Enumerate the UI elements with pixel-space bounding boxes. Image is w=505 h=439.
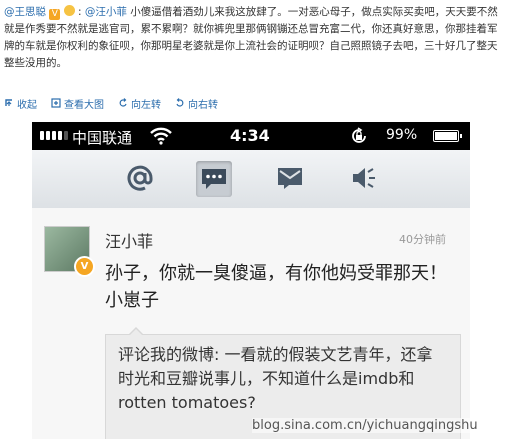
- crown-icon: [63, 5, 75, 16]
- rotate-right-button[interactable]: 向右转: [175, 96, 218, 111]
- collapse-button[interactable]: 收起: [4, 96, 37, 111]
- rotate-left-label: 向左转: [131, 99, 161, 111]
- magnify-icon: [51, 98, 61, 108]
- tab-at-mentions[interactable]: [122, 160, 158, 196]
- weibo-post-text: @王思聪 V : @汪小菲 小傻逼借着酒劲儿来我这放肆了。一对恶心母子，做点实际…: [4, 4, 500, 72]
- status-bar: 中国联通 4:34 99%: [32, 122, 470, 150]
- message-tabs-toolbar: [32, 150, 470, 209]
- colon-separator: :: [78, 6, 82, 18]
- comment-timestamp: 40分钟前: [399, 233, 446, 246]
- view-large-image-button[interactable]: 查看大图: [51, 96, 104, 111]
- view-large-label: 查看大图: [64, 99, 104, 111]
- watermark: blog.sina.com.cn/yichuangqingshu: [252, 418, 478, 433]
- comment-bubble-icon: [202, 169, 226, 189]
- speaker-icon: [353, 168, 375, 188]
- comment-text: 孙子，你就一臭傻逼，有你他妈受罪那天！小崽子: [105, 263, 447, 311]
- comment-card: V 汪小菲 40分钟前 孙子，你就一臭傻逼，有你他妈受罪那天！小崽子 评论我的微…: [32, 208, 470, 439]
- signal-strength-icon: [40, 131, 68, 140]
- rotate-right-label: 向右转: [188, 99, 218, 111]
- rotate-left-icon: [119, 98, 127, 107]
- battery-icon: [433, 130, 462, 142]
- tab-notifications[interactable]: [346, 160, 382, 196]
- at-sign-icon: [127, 165, 153, 191]
- envelope-icon: [278, 168, 302, 189]
- status-time: 4:34: [230, 126, 270, 145]
- tab-comments[interactable]: [196, 161, 232, 197]
- comment-username[interactable]: 汪小菲: [105, 228, 153, 252]
- wifi-icon: [150, 127, 172, 145]
- collapse-icon: [5, 99, 12, 106]
- avatar[interactable]: V: [44, 226, 95, 277]
- author-link[interactable]: @王思聪: [4, 6, 46, 18]
- carrier-name: 中国联通: [72, 129, 133, 147]
- rotate-left-button[interactable]: 向左转: [118, 96, 161, 111]
- verified-badge-icon: V: [74, 256, 95, 277]
- rotation-lock-icon: [352, 127, 366, 143]
- quoted-text: 评论我的微博: 一看就的假装文艺青年，还拿时光和豆瓣说事儿，不知道什么是imdb…: [118, 345, 433, 412]
- tab-direct-messages[interactable]: [272, 160, 308, 196]
- collapse-label: 收起: [17, 99, 37, 111]
- rotate-right-icon: [176, 98, 184, 107]
- battery-percentage: 99%: [386, 127, 418, 143]
- verified-v-icon: V: [49, 9, 61, 20]
- phone-screenshot: 中国联通 4:34 99% V 汪小菲 40分钟前 孙子，你就一臭傻逼，有你他妈…: [32, 122, 470, 439]
- image-actions-bar: 收起 查看大图 向左转 向右转: [4, 96, 218, 111]
- reply-mention-link[interactable]: @汪小菲: [85, 6, 127, 18]
